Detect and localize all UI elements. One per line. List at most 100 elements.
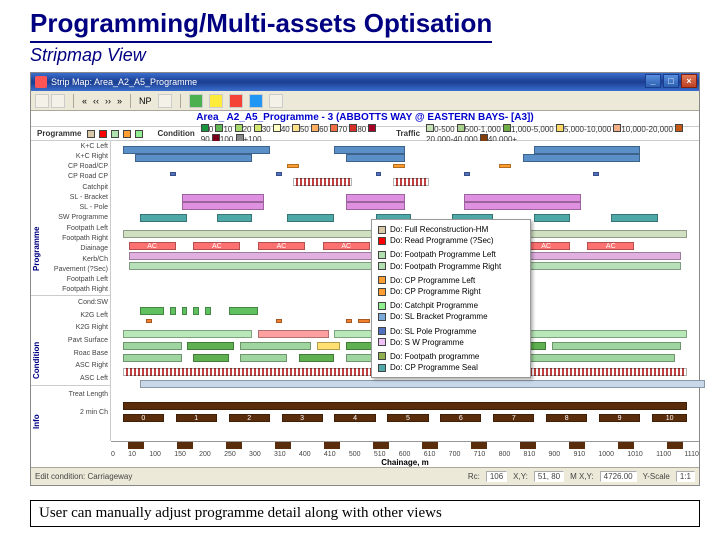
segment[interactable]: 0 [123, 414, 164, 422]
x-tick: 10 [128, 451, 136, 458]
segment[interactable] [123, 354, 182, 362]
segment[interactable] [346, 202, 405, 210]
x-tick: 1100 [656, 451, 671, 458]
segment[interactable] [276, 172, 282, 176]
x-tick: 150 [174, 451, 186, 458]
segment[interactable] [523, 330, 688, 338]
x-tick: 600 [399, 451, 411, 458]
popup-item[interactable]: Do: Footpath Programme Left [378, 249, 524, 260]
popup-item[interactable]: Do: Full Reconstruction-HM [378, 224, 524, 235]
segment[interactable] [193, 354, 228, 362]
segment[interactable] [287, 164, 299, 168]
segment[interactable]: 2 [229, 414, 270, 422]
segment[interactable] [123, 402, 687, 410]
status-xy-value: 51, 80 [534, 471, 564, 482]
minimize-button[interactable]: _ [645, 74, 661, 88]
segment[interactable] [511, 354, 676, 362]
segment[interactable] [464, 172, 470, 176]
segment[interactable] [287, 214, 334, 222]
segment[interactable] [393, 164, 405, 168]
segment[interactable] [346, 319, 352, 323]
segment[interactable]: AC [193, 242, 240, 250]
segment[interactable] [146, 319, 152, 323]
segment[interactable] [299, 354, 334, 362]
window-titlebar[interactable]: Strip Map: Area_A2_A5_Programme _ □ × [31, 73, 699, 91]
segment[interactable] [464, 202, 582, 210]
segment[interactable] [229, 307, 258, 315]
popup-item[interactable]: Do: CP Programme Right [378, 286, 524, 297]
segment[interactable]: 5 [387, 414, 428, 422]
segment[interactable] [593, 172, 599, 176]
segment[interactable] [170, 172, 176, 176]
data-track[interactable] [111, 401, 699, 411]
popup-item[interactable]: Do: Footpath Programme Right [378, 261, 524, 272]
segment[interactable] [140, 307, 164, 315]
segment[interactable] [123, 330, 252, 338]
segment[interactable]: AC [258, 242, 305, 250]
popup-item[interactable]: Do: CP Programme Seal [378, 362, 524, 373]
segment[interactable] [240, 354, 287, 362]
segment[interactable]: 4 [334, 414, 375, 422]
data-track[interactable] [111, 201, 699, 211]
print-icon[interactable] [158, 94, 172, 108]
popup-item[interactable]: Do: CP Programme Left [378, 275, 524, 286]
toolbar-btn[interactable] [269, 94, 283, 108]
nav-last[interactable]: » [117, 96, 122, 106]
x-tick: 200 [199, 451, 211, 458]
popup-item[interactable]: Do: Catchpit Programme [378, 300, 524, 311]
segment[interactable] [611, 214, 658, 222]
popup-item[interactable]: Do: SL Bracket Programme [378, 311, 524, 322]
popup-item[interactable]: Do: Read Programme (?Sec) [378, 235, 524, 246]
toolbar-btn[interactable] [209, 94, 223, 108]
segment[interactable] [123, 342, 182, 350]
toolbar-btn[interactable] [35, 94, 49, 108]
segment[interactable] [140, 380, 704, 388]
segment[interactable] [499, 164, 511, 168]
nav-first[interactable]: « [82, 96, 87, 106]
maximize-button[interactable]: □ [663, 74, 679, 88]
toolbar-btn[interactable] [189, 94, 203, 108]
data-track[interactable] [111, 379, 699, 389]
segment[interactable]: 1 [176, 414, 217, 422]
popup-item[interactable]: Do: SL Pole Programme [378, 326, 524, 337]
segment[interactable] [187, 342, 234, 350]
segment[interactable] [182, 307, 188, 315]
popup-item[interactable]: Do: S W Programme [378, 337, 524, 348]
segment[interactable]: AC [129, 242, 176, 250]
segment[interactable]: 3 [282, 414, 323, 422]
plot-area[interactable]: ACACACACACACACAC012345678910 Do: Full Re… [111, 141, 699, 441]
segment[interactable]: 9 [599, 414, 640, 422]
toolbar-btn[interactable] [51, 94, 65, 108]
segment[interactable]: AC [587, 242, 634, 250]
nav-next[interactable]: ›› [105, 96, 111, 106]
segment[interactable] [217, 214, 252, 222]
nav-prev[interactable]: ‹‹ [93, 96, 99, 106]
segment[interactable] [358, 319, 370, 323]
segment[interactable] [376, 172, 382, 176]
data-track[interactable]: 0 1 2 3 4 5 6 7 8 9 10 [111, 413, 699, 423]
toolbar-btn[interactable] [229, 94, 243, 108]
chart-icon[interactable] [249, 94, 263, 108]
segment[interactable] [193, 307, 199, 315]
segment[interactable] [552, 342, 681, 350]
segment[interactable] [182, 202, 264, 210]
segment[interactable]: 10 [652, 414, 687, 422]
context-popup[interactable]: Do: Full Reconstruction-HMDo: Read Progr… [371, 219, 531, 378]
segment[interactable] [317, 342, 341, 350]
segment[interactable]: 7 [493, 414, 534, 422]
segment[interactable] [258, 330, 329, 338]
segment[interactable] [140, 214, 187, 222]
y-row-label: Catchpit [31, 184, 110, 191]
y-row-label: Pavt Surface [31, 337, 110, 344]
segment[interactable]: 6 [440, 414, 481, 422]
popup-item[interactable]: Do: Footpath programme [378, 351, 524, 362]
segment[interactable] [534, 214, 569, 222]
segment[interactable] [240, 342, 311, 350]
segment[interactable] [205, 307, 211, 315]
segment[interactable]: 8 [546, 414, 587, 422]
segment[interactable] [276, 319, 282, 323]
segment[interactable]: AC [323, 242, 370, 250]
segment[interactable] [170, 307, 176, 315]
y-group-programme: Programme [32, 151, 41, 271]
close-button[interactable]: × [681, 74, 697, 88]
